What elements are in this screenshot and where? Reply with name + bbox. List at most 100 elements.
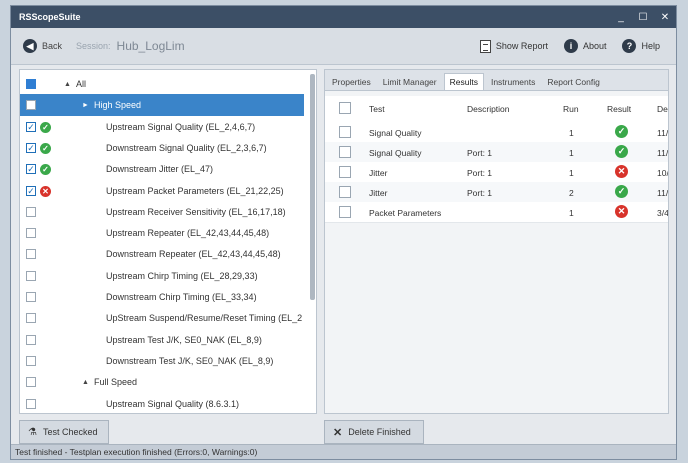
select-all-checkbox[interactable] [339,102,351,114]
fail-icon: ✕ [40,185,51,197]
report-icon [479,39,491,53]
tree-item-checkbox[interactable]: ✓ [26,122,36,132]
tree-item-checkbox[interactable]: ✓ [26,164,36,174]
tree-item-checkbox[interactable] [26,79,36,89]
row-checkbox[interactable] [339,206,351,218]
tree-item[interactable]: ▲ All [20,73,304,95]
tree-item-label: Upstream Receiver Sensitivity (EL_16,17,… [106,207,286,217]
results-header: Test Description Run Result Detai [325,96,668,123]
tree-item[interactable]: Upstream Test J/K, SE0_NAK (EL_8,9) [20,329,304,351]
test-checked-button[interactable]: ⚗ Test Checked [19,420,109,444]
tree-item[interactable]: Upstream Receiver Sensitivity (EL_16,17,… [20,201,304,223]
maximize-button[interactable]: ☐ [632,12,654,23]
back-arrow-icon: ◀ [23,39,37,53]
expander-icon[interactable]: ► [82,102,89,109]
tree-item[interactable]: Downstream Chirp Timing (EL_33,34) [20,286,304,308]
cell-detail: 11/12 [657,188,669,198]
table-row[interactable]: Signal Quality 1 11/11 ✓ [325,122,668,143]
tree-item[interactable]: ✓ ✓ Downstream Jitter (EL_47) [20,158,304,180]
cell-run: 1 [569,128,574,138]
column-header[interactable]: Description [467,104,510,114]
help-button[interactable]: ? Help [622,39,660,53]
table-row[interactable]: Packet Parameters 1 3/4 ✕ [325,202,669,223]
tree-item[interactable]: Downstream Repeater (EL_42,43,44,45,48) [20,243,304,265]
table-row[interactable]: Jitter Port: 1 1 10/12 ✕ [325,162,669,183]
delete-finished-button[interactable]: ✕ Delete Finished [324,420,424,444]
cell-run: 2 [569,188,574,198]
tree-item-checkbox[interactable] [26,228,36,238]
pass-icon: ✓ [615,185,628,198]
tab-properties[interactable]: Properties [327,74,376,90]
row-checkbox[interactable] [339,166,351,178]
cell-test: Jitter [369,168,388,178]
tree-item-label: Upstream Signal Quality (8.6.3.1) [106,399,240,409]
tree-item-label: Upstream Test J/K, SE0_NAK (EL_8,9) [106,335,262,345]
test-tree-panel: ▲ All ► High Speed ✓ ✓ Upstream Signal Quality… [19,69,317,414]
cell-detail: 3/4 [657,208,669,218]
tree-item[interactable]: Upstream Chirp Timing (EL_28,29,33) [20,265,304,287]
row-checkbox[interactable] [339,186,351,198]
tree-item-checkbox[interactable] [26,292,36,302]
tree-item[interactable]: ✓ ✓ Upstream Signal Quality (EL_2,4,6,7) [20,116,304,138]
table-row[interactable]: Jitter Port: 1 2 11/12 ✓ [325,182,669,203]
cell-detail: 10/12 [657,168,669,178]
minimize-button[interactable]: _ [610,12,632,23]
cell-test: Packet Parameters [369,208,442,218]
cell-description: Port: 1 [467,188,493,198]
tree-item[interactable]: ✓ ✓ Downstream Signal Quality (EL_2,3,6,7) [20,137,304,159]
tree-item-checkbox[interactable] [26,313,36,323]
cell-description: Port: 1 [467,168,493,178]
tree-item-checkbox[interactable] [26,356,36,366]
tree-item[interactable]: Downstream Test J/K, SE0_NAK (EL_8,9) [20,350,304,372]
expander-icon[interactable]: ▲ [64,81,71,88]
row-checkbox[interactable] [339,146,351,158]
table-row[interactable]: Signal Quality Port: 1 1 11/11 ✓ [325,142,669,163]
tree-scrollbar[interactable] [310,74,315,300]
show-report-button[interactable]: Show Report [479,39,548,53]
cell-description: Port: 1 [467,148,493,158]
tab-instruments[interactable]: Instruments [486,74,540,90]
tab-bar: Properties Limit Manager Results Instrument… [325,70,668,91]
tree-item-checkbox[interactable]: ✓ [26,186,36,196]
tree-item-label: High Speed [94,100,142,110]
row-checkbox[interactable] [339,126,351,138]
tree-item-checkbox[interactable] [26,207,36,217]
close-button[interactable]: ✕ [654,12,676,23]
tree-item-checkbox[interactable] [26,271,36,281]
column-header[interactable]: Run [563,104,579,114]
pass-icon: ✓ [615,145,628,158]
tab-report-config[interactable]: Report Config [542,74,604,90]
column-header[interactable]: Result [607,104,631,114]
tree-item[interactable]: Upstream Repeater (EL_42,43,44,45,48) [20,222,304,244]
tree-item-label: Upstream Signal Quality (EL_2,4,6,7) [106,122,256,132]
tree-item-checkbox[interactable] [26,100,36,110]
cell-detail: 11/11 [657,148,669,158]
column-header[interactable]: Test [369,104,385,114]
column-header[interactable]: Detai [657,104,668,114]
back-button[interactable]: ◀ Back [23,39,62,53]
tree-item-checkbox[interactable] [26,335,36,345]
tree-item-label: All [76,79,87,89]
tree-item[interactable]: ✓ ✕ Upstream Packet Parameters (EL_21,22,2… [20,180,304,202]
delete-icon: ✕ [333,426,343,439]
tree-item[interactable]: ▲ Full Speed [20,371,304,393]
tree-item-checkbox[interactable] [26,249,36,259]
tree-item-checkbox[interactable]: ✓ [26,143,36,153]
session-name: Hub_LogLim [116,39,185,53]
tree-item-checkbox[interactable] [26,377,36,387]
tree-item-label: Upstream Chirp Timing (EL_28,29,33) [106,271,258,281]
status-bar: Test finished - Testplan execution finis… [11,444,676,459]
tab-results[interactable]: Results [443,73,484,90]
tree-item[interactable]: ► High Speed [20,94,304,116]
tree-item-checkbox[interactable] [26,399,36,409]
tree-item-label: Downstream Test J/K, SE0_NAK (EL_8,9) [106,356,274,366]
tab-limit-manager[interactable]: Limit Manager [378,74,442,90]
cell-test: Jitter [369,188,388,198]
about-button[interactable]: i About [563,39,606,53]
pass-icon: ✓ [40,121,51,133]
tree-item-label: Downstream Signal Quality (EL_2,3,6,7) [106,143,267,153]
expander-icon[interactable]: ▲ [82,379,89,386]
tree-item[interactable]: UpStream Suspend/Resume/Reset Timing (EL… [20,307,304,329]
app-window: RSScopeSuite _ ☐ ✕ ◀ Back Session: Hub_L… [10,5,677,460]
tree-item[interactable]: Upstream Signal Quality (8.6.3.1) [20,393,304,413]
